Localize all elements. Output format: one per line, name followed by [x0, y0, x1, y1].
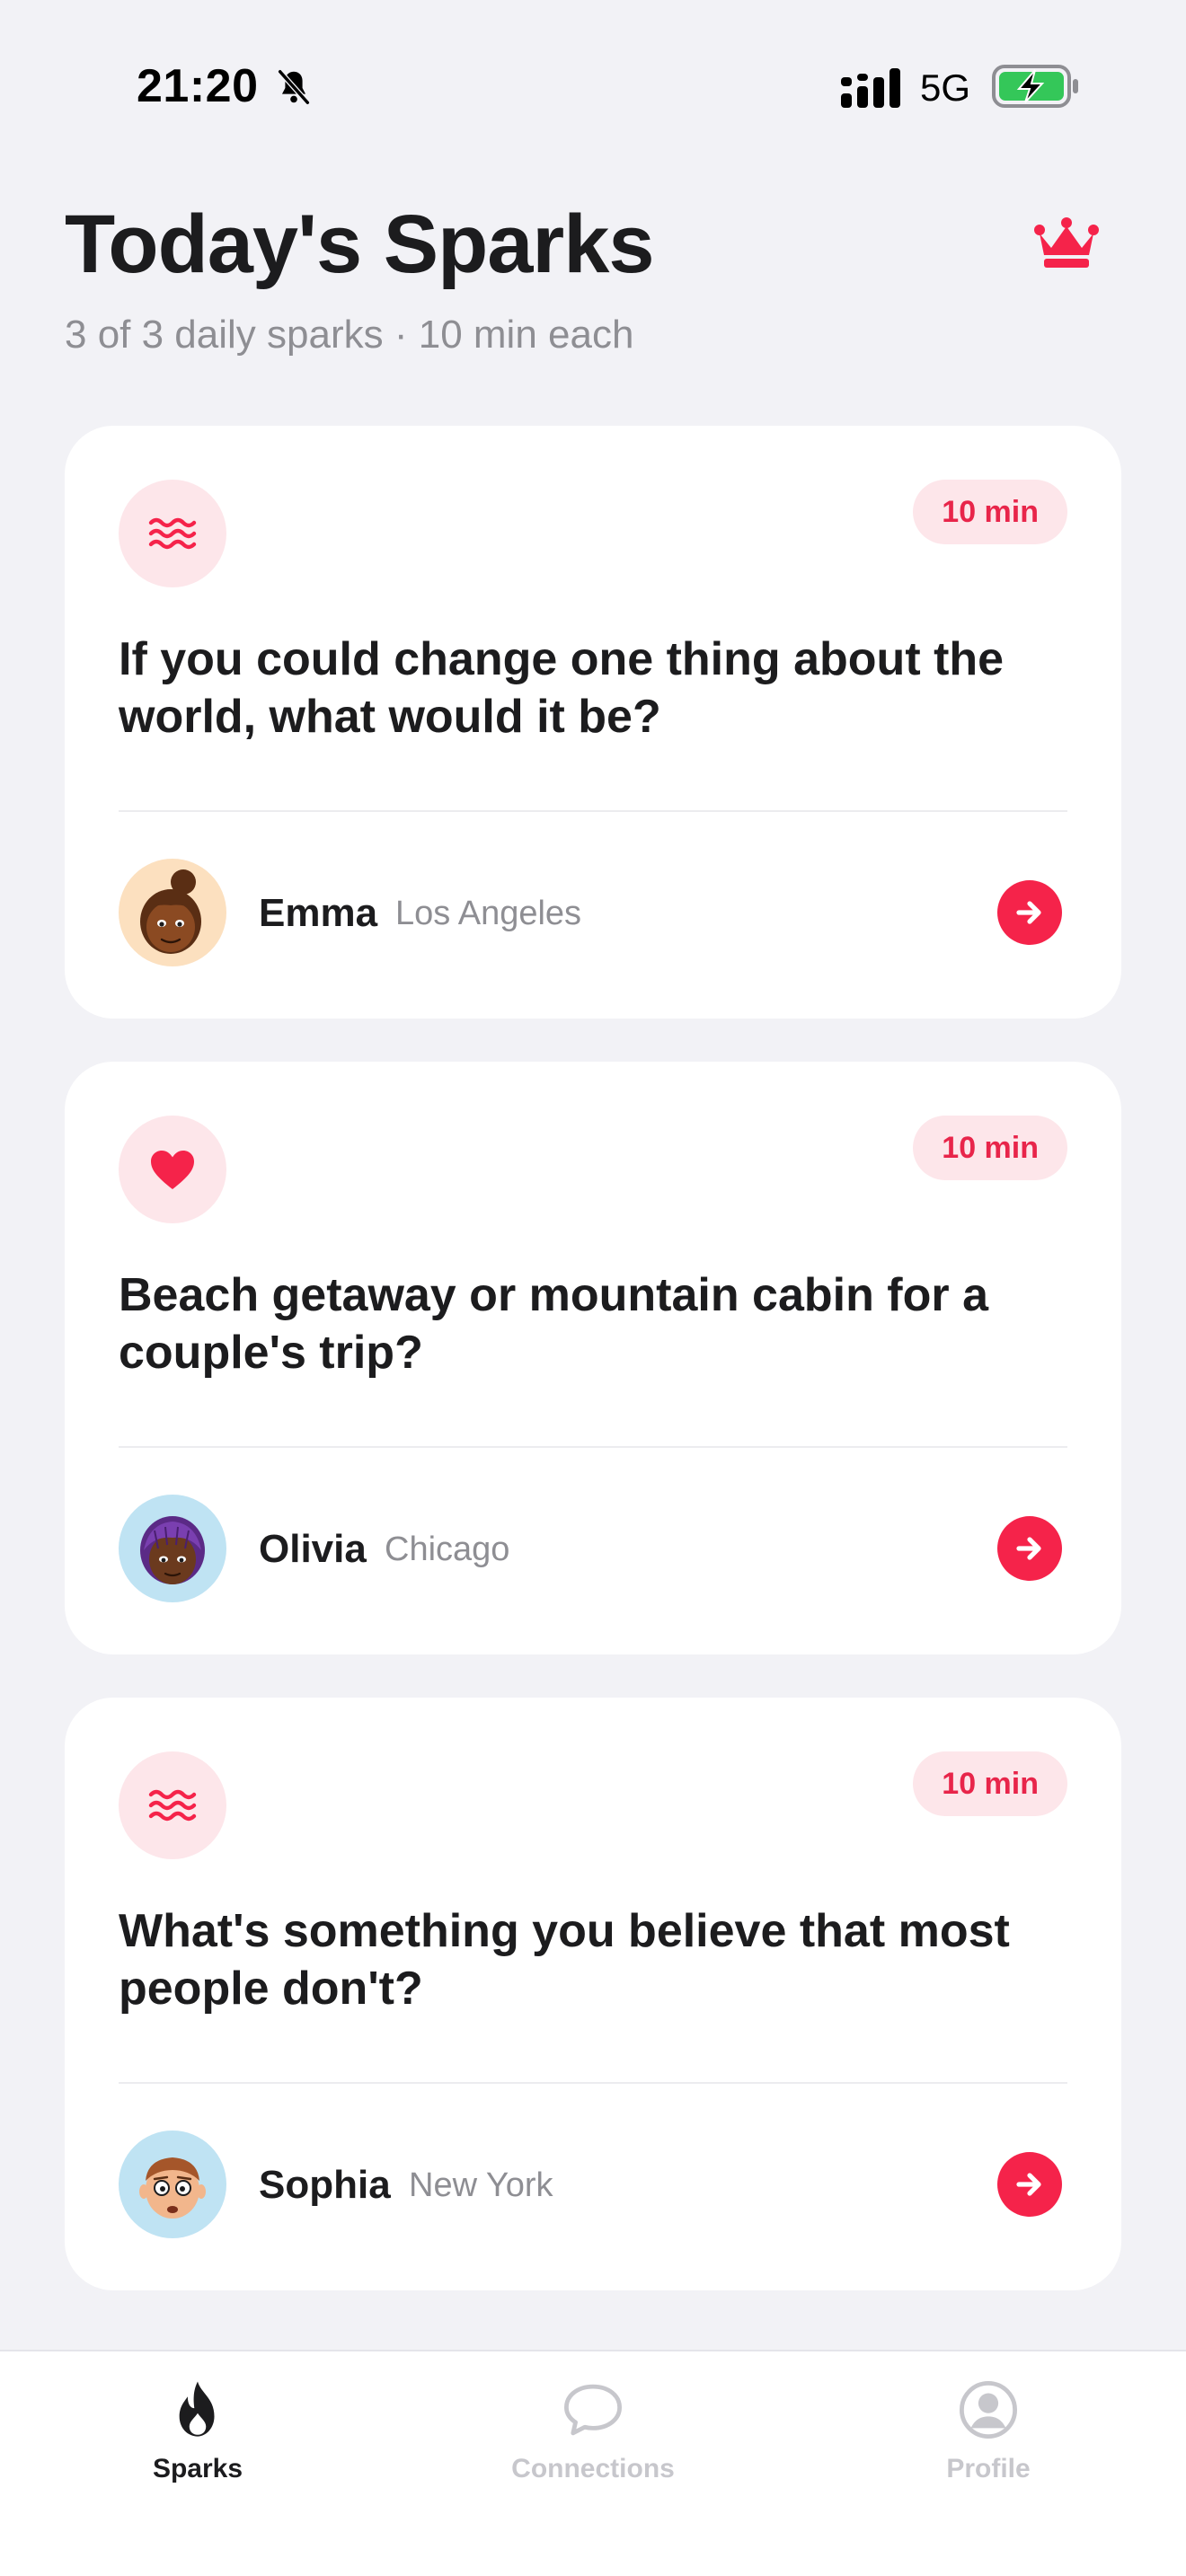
- arrow-right-icon: [1016, 901, 1041, 924]
- open-spark-button[interactable]: [997, 2152, 1062, 2217]
- crown-icon[interactable]: [1033, 216, 1100, 269]
- heart-icon: [151, 1151, 194, 1189]
- card-divider: [119, 810, 1067, 812]
- open-spark-button[interactable]: [997, 1516, 1062, 1581]
- sparks-screen: 21:20 5G Today's Sparks 3 of 3 daily spa…: [0, 0, 1186, 2576]
- person-city: Los Angeles: [395, 895, 582, 932]
- flame-icon: [179, 2381, 215, 2437]
- tab-profile[interactable]: Profile: [854, 2377, 1123, 2511]
- person-city: Chicago: [385, 1531, 510, 1568]
- status-bar: 21:20 5G: [0, 0, 1186, 171]
- person-name: Olivia: [259, 1527, 367, 1571]
- topic-badge: [119, 480, 226, 587]
- page-subtitle: 3 of 3 daily sparks · 10 min each: [65, 313, 634, 357]
- battery-charging-icon: [992, 65, 1078, 108]
- avatar: [119, 1495, 226, 1602]
- chat-bubble-icon: [563, 2384, 623, 2436]
- spark-question: What's something you believe that most p…: [119, 1905, 1010, 2015]
- spark-question: If you could change one thing about the …: [119, 633, 1005, 743]
- topic-badge: [119, 1751, 226, 1859]
- tab-label: Profile: [946, 2454, 1031, 2483]
- duration-badge: 10 min: [913, 1116, 1067, 1180]
- waves-icon: [148, 1789, 197, 1822]
- signal-icon: [841, 68, 900, 108]
- topic-badge: [119, 1116, 226, 1223]
- tab-sparks[interactable]: Sparks: [63, 2377, 332, 2511]
- duration-badge: 10 min: [913, 480, 1067, 544]
- arrow-right-icon: [1016, 2173, 1041, 2196]
- person-name: Sophia: [259, 2163, 391, 2207]
- tab-bar: Sparks Connections Profile: [0, 2350, 1186, 2576]
- card-divider: [119, 1446, 1067, 1448]
- person-name: Emma: [259, 891, 378, 935]
- arrow-right-icon: [1016, 1537, 1041, 1560]
- tab-label: Sparks: [152, 2454, 243, 2483]
- page-title: Today's Sparks: [65, 198, 655, 290]
- spark-question: Beach getaway or mountain cabin for a co…: [119, 1269, 988, 1379]
- spark-card[interactable]: 10 min Beach getaway or mountain cabin f…: [65, 1062, 1121, 1654]
- avatar: [119, 859, 226, 966]
- waves-icon: [148, 517, 197, 550]
- tab-connections[interactable]: Connections: [458, 2377, 728, 2511]
- spark-card[interactable]: 10 min If you could change one thing abo…: [65, 426, 1121, 1019]
- person-circle-icon: [959, 2380, 1018, 2439]
- duration-badge: 10 min: [913, 1751, 1067, 1816]
- status-time: 21:20: [137, 60, 259, 112]
- bell-slash-icon: [278, 69, 310, 105]
- open-spark-button[interactable]: [997, 880, 1062, 945]
- tab-label: Connections: [511, 2454, 675, 2483]
- card-divider: [119, 2082, 1067, 2084]
- person-city: New York: [409, 2166, 553, 2204]
- avatar: [119, 2130, 226, 2238]
- network-type: 5G: [920, 66, 971, 109]
- spark-card[interactable]: 10 min What's something you believe that…: [65, 1698, 1121, 2290]
